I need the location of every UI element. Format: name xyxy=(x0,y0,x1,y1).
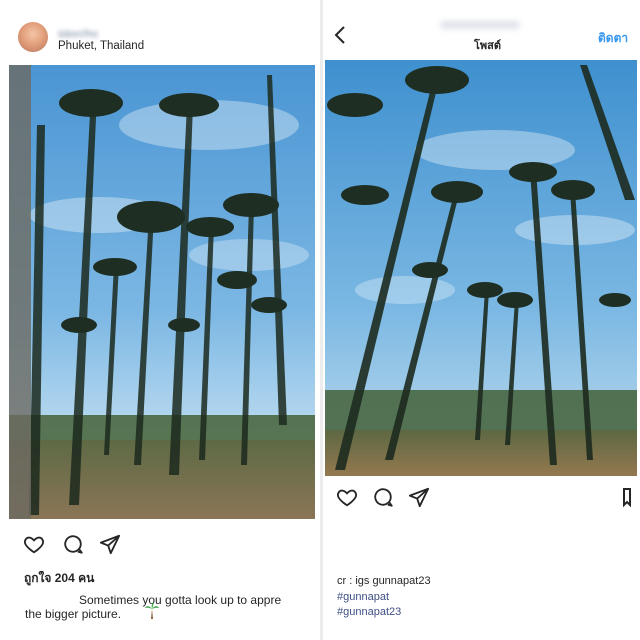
heart-icon[interactable] xyxy=(336,486,358,508)
post-photo[interactable] xyxy=(9,65,315,519)
hashtag-link[interactable]: #gunnapat xyxy=(337,591,389,603)
caption-line-1: Sometimes you gotta look up to appre xyxy=(79,593,282,607)
blurred-header-text xyxy=(440,21,520,29)
comment-icon[interactable] xyxy=(62,533,84,555)
action-bar xyxy=(0,533,320,557)
post-header: แมะchu Phuket, Thailand xyxy=(0,0,320,62)
caption-line-2: the bigger picture. xyxy=(25,607,122,621)
share-icon[interactable] xyxy=(408,486,430,508)
page-title: โพสต์ xyxy=(474,40,502,52)
credit-text: cr : igs gunnapat23 xyxy=(337,575,431,587)
location[interactable]: Phuket, Thailand xyxy=(58,40,144,52)
share-icon[interactable] xyxy=(99,533,121,555)
hashtag-link[interactable]: #gunnapat23 xyxy=(337,606,401,618)
post-photo[interactable] xyxy=(325,60,637,476)
bookmark-icon[interactable] xyxy=(622,486,632,508)
back-chevron-icon[interactable] xyxy=(333,25,347,45)
palm-tree-icon xyxy=(145,603,159,619)
heart-icon[interactable] xyxy=(23,533,45,555)
follow-button[interactable]: ติดตา xyxy=(598,29,628,48)
avatar[interactable] xyxy=(18,22,48,52)
like-count[interactable]: ถูกใจ 204 คน xyxy=(24,569,94,588)
left-post: แมะchu Phuket, Thailand ถูกใจ 204 คน Som… xyxy=(0,0,320,640)
comment-icon[interactable] xyxy=(372,486,394,508)
action-bar xyxy=(336,486,636,510)
